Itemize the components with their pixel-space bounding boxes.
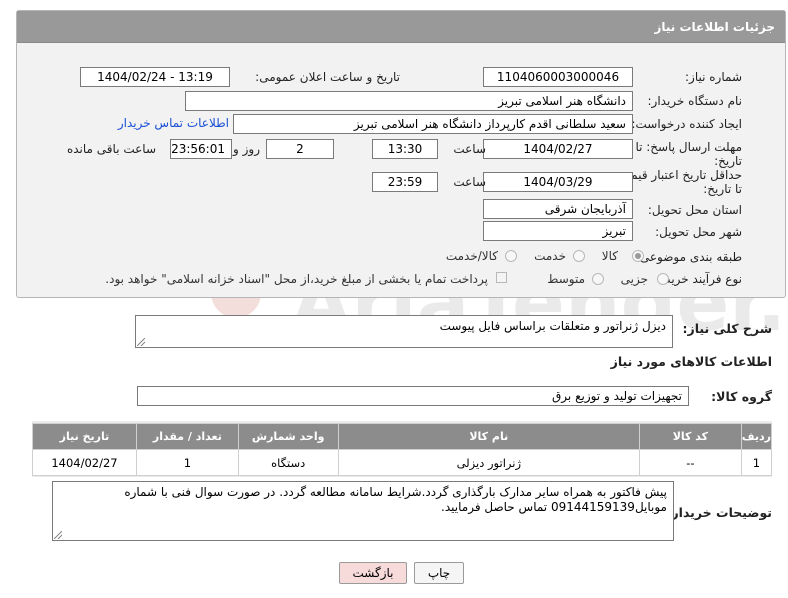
- price-validity-time[interactable]: 23:59: [372, 172, 438, 192]
- col-qty-header: تعداد / مقدار: [135, 423, 239, 450]
- cell-code: --: [638, 449, 742, 476]
- col-unit-header: واحد شمارش: [237, 423, 339, 450]
- category-label: طبقه بندی موضوعی:: [635, 250, 742, 264]
- cell-name: ژنراتور دیزلی: [337, 449, 640, 476]
- category-service-radio[interactable]: [573, 250, 585, 262]
- delivery-province-label: استان محل تحویل:: [647, 203, 742, 217]
- table-row[interactable]: 1 -- ژنراتور دیزلی دستگاه 1 1404/02/27: [32, 449, 773, 476]
- items-table: ردیف کد کالا نام کالا واحد شمارش تعداد /…: [32, 423, 773, 476]
- requester-field[interactable]: سعید سلطانی اقدم کارپرداز دانشگاه هنر اس…: [233, 114, 633, 134]
- reply-deadline-date[interactable]: 1404/02/27: [483, 139, 633, 159]
- cell-row: 1: [740, 449, 773, 476]
- purchase-type-label: نوع فرآیند خرید :: [657, 272, 742, 286]
- back-button[interactable]: بازگشت: [339, 562, 407, 584]
- buyer-notes-text: پیش فاکتور به همراه سایر مدارک بارگذاری …: [124, 485, 667, 514]
- reply-days-field[interactable]: 2: [266, 139, 334, 159]
- category-goods-radio[interactable]: [632, 250, 644, 262]
- price-validity-date[interactable]: 1404/03/29: [483, 172, 633, 192]
- col-code-header: کد کالا: [638, 423, 742, 450]
- print-button[interactable]: چاپ: [414, 562, 464, 584]
- delivery-city-label: شهر محل تحویل:: [655, 225, 742, 239]
- need-number-label: شماره نیاز:: [685, 70, 742, 84]
- reply-time-label: ساعت: [453, 142, 486, 156]
- panel-title: جزئیات اطلاعات نیاز: [17, 11, 785, 43]
- remaining-time-label: ساعت باقی مانده: [66, 142, 156, 156]
- delivery-city-field[interactable]: تبریز: [483, 221, 633, 241]
- description-text: دیزل ژنراتور و متعلقات براساس فایل پیوست: [439, 319, 666, 333]
- category-goods-label: کالا: [601, 249, 618, 263]
- purchase-minor-radio[interactable]: [657, 273, 669, 285]
- purchase-medium-radio[interactable]: [592, 273, 604, 285]
- category-service-label: خدمت: [534, 249, 566, 263]
- col-row-header: ردیف: [740, 423, 773, 450]
- col-name-header: نام کالا: [337, 423, 640, 450]
- purchase-minor-label: جزیی: [620, 272, 648, 286]
- cell-qty: 1: [135, 449, 239, 476]
- purchase-medium-label: متوسط: [547, 272, 585, 286]
- category-goods-service-radio[interactable]: [505, 250, 517, 262]
- buyer-org-label: نام دستگاه خریدار:: [647, 94, 743, 108]
- buyer-org-field[interactable]: دانشگاه هنر اسلامی تبریز: [185, 91, 633, 111]
- need-number-field[interactable]: 1104060003000046: [483, 67, 633, 87]
- reply-deadline-label: مهلت ارسال پاسخ: تا تاریخ:: [635, 140, 742, 168]
- col-date-header: تاریخ نیاز: [32, 423, 137, 450]
- goods-group-label: گروه کالا:: [711, 389, 772, 404]
- cell-date: 1404/02/27: [32, 449, 137, 476]
- treasury-payment-note: پرداخت تمام یا بخشی از مبلغ خرید،از محل …: [105, 272, 488, 286]
- price-validity-time-label: ساعت: [453, 175, 486, 189]
- buyer-contact-link[interactable]: اطلاعات تماس خریدار: [118, 116, 229, 130]
- table-header-row: ردیف کد کالا نام کالا واحد شمارش تعداد /…: [32, 423, 773, 450]
- description-textarea[interactable]: دیزل ژنراتور و متعلقات براساس فایل پیوست: [135, 315, 673, 348]
- description-label: شرح کلی نیاز:: [682, 321, 772, 336]
- requester-label: ایجاد کننده درخواست:: [631, 117, 742, 131]
- buyer-notes-textarea[interactable]: پیش فاکتور به همراه سایر مدارک بارگذاری …: [52, 481, 674, 541]
- resize-grip-icon[interactable]: [54, 531, 62, 539]
- resize-grip-icon[interactable]: [137, 338, 145, 346]
- remaining-time-field[interactable]: 23:56:01: [170, 139, 232, 159]
- announce-datetime-label: تاریخ و ساعت اعلان عمومی:: [255, 70, 400, 84]
- goods-group-field[interactable]: تجهیزات تولید و توزیع برق: [137, 386, 689, 406]
- reply-days-label: روز و: [233, 142, 260, 156]
- delivery-province-field[interactable]: آذربایجان شرقی: [483, 199, 633, 219]
- category-goods-service-label: کالا/خدمت: [445, 249, 498, 263]
- reply-deadline-time[interactable]: 13:30: [372, 139, 438, 159]
- announce-datetime-field[interactable]: 1404/02/24 - 13:19: [80, 67, 230, 87]
- goods-section-title: اطلاعات کالاهای مورد نیاز: [610, 354, 772, 369]
- buyer-notes-label: توضیحات خریدار:: [666, 505, 772, 520]
- cell-unit: دستگاه: [237, 449, 339, 476]
- treasury-payment-checkbox[interactable]: [496, 272, 507, 283]
